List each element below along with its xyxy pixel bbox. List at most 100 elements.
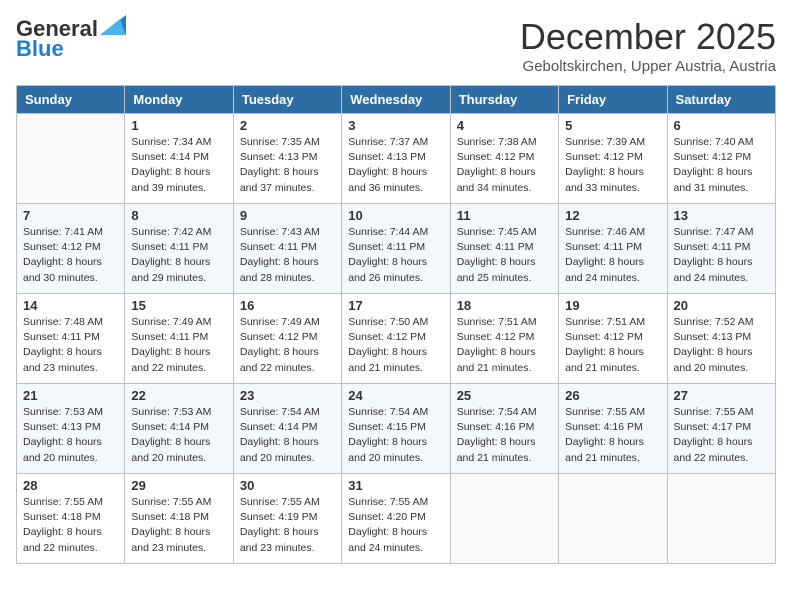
sunrise-text: Sunrise: 7:52 AM (674, 316, 754, 328)
day-number: 13 (674, 208, 769, 223)
sunrise-text: Sunrise: 7:48 AM (23, 316, 103, 328)
day-number: 15 (131, 298, 226, 313)
sunset-text: Sunset: 4:14 PM (131, 421, 209, 433)
daylight-text: Daylight: 8 hoursand 21 minutes. (457, 346, 536, 373)
day-info: Sunrise: 7:52 AM Sunset: 4:13 PM Daylight:… (674, 315, 769, 376)
day-info: Sunrise: 7:47 AMSunset: 4:11 PMDaylight:… (674, 225, 769, 286)
sunset-text: Sunset: 4:12 PM (565, 331, 643, 343)
sunrise-text: Sunrise: 7:46 AM (565, 226, 645, 238)
calendar-cell-w2-d7: 13 Sunrise: 7:47 AMSunset: 4:11 PMDayligh… (667, 204, 775, 294)
day-info: Sunrise: 7:54 AMSunset: 4:15 PMDaylight:… (348, 405, 443, 466)
calendar-cell-w2-d2: 8Sunrise: 7:42 AMSunset: 4:11 PMDaylight… (125, 204, 233, 294)
header-saturday: Saturday (667, 86, 775, 114)
logo-icon (100, 15, 126, 35)
calendar-header-row: Sunday Monday Tuesday Wednesday Thursday… (17, 86, 776, 114)
daylight-text: Daylight: 8 hoursand 21 minutes. (457, 436, 536, 463)
daylight-text: Daylight: 8 hoursand 31 minutes. (674, 166, 753, 193)
calendar-cell-w1-d7: 6Sunrise: 7:40 AMSunset: 4:12 PMDaylight… (667, 114, 775, 204)
sunrise-text: Sunrise: 7:55 AM (240, 496, 320, 508)
sunrise-text: Sunrise: 7:53 AM (23, 406, 103, 418)
day-number: 24 (348, 388, 443, 403)
day-info: Sunrise: 7:54 AMSunset: 4:14 PMDaylight:… (240, 405, 335, 466)
sunset-text: Sunset: 4:16 PM (565, 421, 643, 433)
calendar-cell-w5-d5 (450, 474, 558, 564)
sunset-text: Sunset: 4:11 PM (240, 241, 317, 253)
calendar-week-4: 21 Sunrise: 7:53 AM Sunset: 4:13 PM Dayligh… (17, 384, 776, 474)
daylight-text: Daylight: 8 hoursand 22 minutes. (23, 526, 102, 553)
daylight-text: Daylight: 8 hoursand 22 minutes. (674, 436, 753, 463)
calendar-cell-w5-d4: 31Sunrise: 7:55 AMSunset: 4:20 PMDayligh… (342, 474, 450, 564)
daylight-text: Daylight: 8 hoursand 21 minutes. (565, 346, 644, 373)
day-info: Sunrise: 7:55 AMSunset: 4:20 PMDaylight:… (348, 495, 443, 556)
sunrise-text: Sunrise: 7:49 AM (131, 316, 211, 328)
sunrise-text: Sunrise: 7:37 AM (348, 136, 428, 148)
day-info: Sunrise: 7:46 AMSunset: 4:11 PMDaylight:… (565, 225, 660, 286)
sunset-text: Sunset: 4:13 PM (674, 331, 752, 343)
calendar-cell-w1-d4: 3 Sunrise: 7:37 AM Sunset: 4:13 PM Daylight… (342, 114, 450, 204)
sunset-text: Sunset: 4:14 PM (131, 151, 209, 163)
calendar-table: Sunday Monday Tuesday Wednesday Thursday… (16, 85, 776, 564)
day-info: Sunrise: 7:55 AMSunset: 4:16 PMDaylight:… (565, 405, 660, 466)
day-number: 3 (348, 118, 443, 133)
daylight-text: Daylight: 8 hoursand 24 minutes. (674, 256, 753, 283)
calendar-cell-w2-d1: 7 Sunrise: 7:41 AMSunset: 4:12 PMDaylight… (17, 204, 125, 294)
sunset-text: Sunset: 4:12 PM (240, 331, 318, 343)
day-number: 23 (240, 388, 335, 403)
calendar-cell-w1-d3: 2Sunrise: 7:35 AMSunset: 4:13 PMDaylight… (233, 114, 341, 204)
calendar-cell-w4-d1: 21 Sunrise: 7:53 AM Sunset: 4:13 PM Dayligh… (17, 384, 125, 474)
daylight-text: Daylight: 8 hoursand 28 minutes. (240, 256, 319, 283)
day-number: 21 (23, 388, 118, 403)
daylight-text: Daylight: 8 hoursand 34 minutes. (457, 166, 536, 193)
daylight-text: Daylight: 8 hoursand 25 minutes. (457, 256, 536, 283)
calendar-cell-w2-d5: 11Sunrise: 7:45 AMSunset: 4:11 PMDayligh… (450, 204, 558, 294)
sunset-text: Sunset: 4:13 PM (348, 151, 426, 163)
calendar-cell-w5-d7 (667, 474, 775, 564)
day-number: 26 (565, 388, 660, 403)
calendar-cell-w5-d3: 30Sunrise: 7:55 AMSunset: 4:19 PMDayligh… (233, 474, 341, 564)
location: Geboltskirchen, Upper Austria, Austria (520, 58, 776, 75)
sunrise-text: Sunrise: 7:42 AM (131, 226, 211, 238)
sunset-text: Sunset: 4:19 PM (240, 511, 318, 523)
sunrise-text: Sunrise: 7:40 AM (674, 136, 754, 148)
calendar-cell-w4-d2: 22Sunrise: 7:53 AMSunset: 4:14 PMDayligh… (125, 384, 233, 474)
daylight-text: Daylight: 8 hoursand 23 minutes. (240, 526, 319, 553)
day-info: Sunrise: 7:55 AMSunset: 4:17 PMDaylight:… (674, 405, 769, 466)
header-friday: Friday (559, 86, 667, 114)
day-info: Sunrise: 7:37 AM Sunset: 4:13 PM Daylight:… (348, 135, 443, 196)
sunrise-text: Sunrise: 7:53 AM (131, 406, 211, 418)
day-info: Sunrise: 7:39 AMSunset: 4:12 PMDaylight:… (565, 135, 660, 196)
daylight-text: Daylight: 8 hoursand 36 minutes. (348, 166, 427, 193)
daylight-text: Daylight: 8 hoursand 20 minutes. (674, 346, 753, 373)
calendar-cell-w5-d6 (559, 474, 667, 564)
header-tuesday: Tuesday (233, 86, 341, 114)
daylight-text: Daylight: 8 hoursand 21 minutes. (348, 346, 427, 373)
daylight-text: Daylight: 8 hoursand 23 minutes. (23, 346, 102, 373)
sunset-text: Sunset: 4:13 PM (23, 421, 101, 433)
calendar-cell-w3-d1: 14Sunrise: 7:48 AMSunset: 4:11 PMDayligh… (17, 294, 125, 384)
calendar-week-2: 7 Sunrise: 7:41 AMSunset: 4:12 PMDaylight… (17, 204, 776, 294)
calendar-cell-w3-d3: 16Sunrise: 7:49 AMSunset: 4:12 PMDayligh… (233, 294, 341, 384)
daylight-text: Daylight: 8 hoursand 24 minutes. (348, 526, 427, 553)
day-info: Sunrise: 7:45 AMSunset: 4:11 PMDaylight:… (457, 225, 552, 286)
day-number: 25 (457, 388, 552, 403)
calendar-week-3: 14Sunrise: 7:48 AMSunset: 4:11 PMDayligh… (17, 294, 776, 384)
calendar-week-5: 28Sunrise: 7:55 AMSunset: 4:18 PMDayligh… (17, 474, 776, 564)
sunset-text: Sunset: 4:12 PM (565, 151, 643, 163)
daylight-text: Daylight: 8 hoursand 20 minutes. (23, 436, 102, 463)
day-info: Sunrise: 7:41 AMSunset: 4:12 PMDaylight:… (23, 225, 118, 286)
day-number: 16 (240, 298, 335, 313)
calendar-cell-w4-d4: 24 Sunrise: 7:54 AMSunset: 4:15 PMDayligh… (342, 384, 450, 474)
day-info: Sunrise: 7:34 AMSunset: 4:14 PMDaylight:… (131, 135, 226, 196)
day-info: Sunrise: 7:53 AM Sunset: 4:13 PM Daylight:… (23, 405, 118, 466)
day-info: Sunrise: 7:55 AM Sunset: 4:19 PM Daylight:… (240, 495, 335, 556)
sunset-text: Sunset: 4:16 PM (457, 421, 535, 433)
sunrise-text: Sunrise: 7:55 AM (565, 406, 645, 418)
day-number: 7 (23, 208, 118, 223)
sunrise-text: Sunrise: 7:38 AM (457, 136, 537, 148)
calendar-cell-w3-d4: 17Sunrise: 7:50 AMSunset: 4:12 PMDayligh… (342, 294, 450, 384)
header-thursday: Thursday (450, 86, 558, 114)
calendar-cell-w3-d7: 20Sunrise: 7:52 AMSunset: 4:13 PMDayligh… (667, 294, 775, 384)
day-info: Sunrise: 7:51 AMSunset: 4:12 PMDaylight:… (457, 315, 552, 376)
header-wednesday: Wednesday (342, 86, 450, 114)
day-number: 1 (131, 118, 226, 133)
